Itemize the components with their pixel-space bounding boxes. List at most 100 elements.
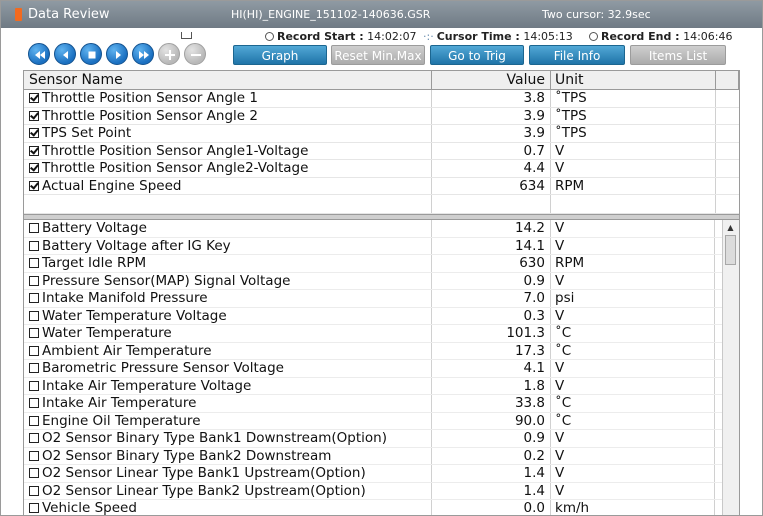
table-row[interactable]: Battery Voltage after IG Key 14.1 V (24, 237, 723, 255)
table-row[interactable]: Throttle Position Sensor Angle2-Voltage 4… (24, 160, 739, 178)
sensor-value: 634 (432, 177, 551, 194)
sensor-name-cell: Throttle Position Sensor Angle 1 (24, 90, 432, 107)
checked-checkbox[interactable] (29, 93, 39, 103)
table-row[interactable]: Pressure Sensor(MAP) Signal Voltage 0.9 V (24, 272, 723, 290)
sensor-name: Intake Air Temperature Voltage (42, 377, 252, 394)
items-list-button[interactable]: Items List (630, 45, 726, 65)
sensor-value: 630 (432, 255, 551, 272)
table-row[interactable]: Barometric Pressure Sensor Voltage 4.1 V (24, 360, 723, 378)
sensor-name-cell: Battery Voltage (24, 220, 432, 237)
rewind-icon[interactable] (28, 43, 50, 65)
sensor-name-cell: Target Idle RPM (24, 255, 432, 272)
sensor-value: 0.9 (432, 430, 551, 447)
column-header-sensor-name[interactable]: Sensor Name (24, 71, 432, 89)
table-row[interactable]: Water Temperature 101.3 ˚C (24, 325, 723, 343)
unchecked-checkbox[interactable] (29, 223, 39, 233)
sensor-unit: ˚TPS (551, 107, 716, 124)
sensor-name-cell: TPS Set Point (24, 125, 432, 142)
cursor-icon: ·:· (423, 30, 434, 43)
unchecked-checkbox[interactable] (29, 380, 39, 391)
sensor-value: 33.8 (432, 395, 551, 412)
table-row[interactable]: Throttle Position Sensor Angle1-Voltage 0… (24, 142, 739, 160)
sensor-unit: V (551, 447, 715, 464)
previous-icon[interactable] (54, 43, 76, 65)
unchecked-checkbox[interactable] (29, 240, 39, 251)
table-row[interactable]: Ambient Air Temperature 17.3 ˚C (24, 342, 723, 360)
record-start: Record Start : 14:02:07 (265, 30, 417, 43)
table-row[interactable]: Intake Manifold Pressure 7.0 psi (24, 290, 723, 308)
extra-cell (716, 178, 739, 195)
sensor-unit: ˚TPS (551, 90, 716, 107)
sensor-name-cell: O2 Sensor Linear Type Bank1 Upstream(Opt… (24, 465, 432, 482)
sensor-unit: ˚TPS (551, 125, 716, 142)
table-row[interactable]: Throttle Position Sensor Angle 1 3.8 ˚TPS (24, 90, 739, 108)
sensor-unit: ˚C (551, 342, 715, 359)
checked-checkbox[interactable] (29, 180, 39, 191)
cursor-info: Two cursor: 32.9sec (542, 8, 651, 21)
vertical-scrollbar[interactable]: ▲ ▼ (722, 220, 739, 515)
table-row[interactable]: Engine Oil Temperature 90.0 ˚C (24, 412, 723, 430)
sensor-name-cell: Throttle Position Sensor Angle1-Voltage (24, 142, 432, 159)
checked-checkbox[interactable] (29, 145, 39, 156)
toolbar: Record Start : 14:02:07 ·:· Cursor Time :… (1, 28, 762, 70)
sensor-name-cell: O2 Sensor Linear Type Bank2 Upstream(Opt… (24, 482, 432, 499)
unchecked-checkbox[interactable] (29, 503, 39, 513)
sensor-value: 1.4 (432, 482, 551, 499)
sensor-name-cell: Battery Voltage after IG Key (24, 237, 432, 254)
column-header-extra (716, 71, 739, 89)
extra-cell (716, 108, 739, 125)
checked-checkbox[interactable] (29, 110, 39, 121)
table-row[interactable]: Water Temperature Voltage 0.3 V (24, 307, 723, 325)
unchecked-checkbox[interactable] (29, 398, 39, 408)
sensor-name-cell: Actual Engine Speed (24, 177, 432, 194)
table-row[interactable]: Intake Air Temperature Voltage 1.8 V (24, 377, 723, 395)
table-row[interactable]: O2 Sensor Binary Type Bank1 Downstream(O… (24, 430, 723, 448)
table-row[interactable]: Intake Air Temperature 33.8 ˚C (24, 395, 723, 413)
table-row[interactable]: Battery Voltage 14.2 V (24, 220, 723, 238)
column-header-value[interactable]: Value (432, 71, 551, 89)
all-sensors-list[interactable]: Battery Voltage 14.2 V Battery Voltage afte… (24, 220, 739, 515)
sensor-name: Intake Air Temperature (42, 395, 197, 411)
fast-forward-icon[interactable] (132, 43, 154, 65)
table-row[interactable]: Vehicle Speed 0.0 km/h (24, 500, 723, 515)
unchecked-checkbox[interactable] (29, 258, 39, 268)
unchecked-checkbox[interactable] (29, 275, 39, 286)
unchecked-checkbox[interactable] (29, 345, 39, 356)
checked-checkbox[interactable] (29, 163, 39, 173)
sensor-value: 0.3 (432, 307, 551, 324)
table-row[interactable]: Actual Engine Speed 634 RPM (24, 177, 739, 195)
reset-min-max-button[interactable]: Reset Min.Max (331, 45, 425, 65)
unchecked-checkbox[interactable] (29, 485, 39, 496)
unchecked-checkbox[interactable] (29, 450, 39, 461)
unchecked-checkbox[interactable] (29, 415, 39, 426)
zoom-in-icon[interactable] (158, 43, 180, 65)
unchecked-checkbox[interactable] (29, 363, 39, 373)
unchecked-checkbox[interactable] (29, 468, 39, 478)
next-icon[interactable] (106, 43, 128, 65)
checked-checkbox[interactable] (29, 128, 39, 138)
scroll-up-icon[interactable]: ▲ (725, 222, 736, 233)
table-row[interactable]: O2 Sensor Linear Type Bank2 Upstream(Opt… (24, 482, 723, 500)
table-row[interactable]: Target Idle RPM 630 RPM (24, 255, 723, 273)
graph-button[interactable]: Graph (233, 45, 327, 65)
column-header-unit[interactable]: Unit (551, 71, 716, 89)
stop-icon[interactable] (80, 43, 102, 65)
table-row[interactable]: O2 Sensor Binary Type Bank2 Downstream 0.… (24, 447, 723, 465)
file-name: HI(HI)_ENGINE_151102-140636.GSR (231, 8, 431, 21)
unchecked-checkbox[interactable] (29, 328, 39, 338)
sensor-name: O2 Sensor Binary Type Bank1 Downstream(O… (42, 430, 387, 446)
go-to-trig-button[interactable]: Go to Trig (430, 45, 524, 65)
file-info-button[interactable]: File Info (529, 45, 625, 65)
table-row[interactable]: Throttle Position Sensor Angle 2 3.9 ˚TPS (24, 107, 739, 125)
sensor-unit: V (551, 307, 715, 324)
unchecked-checkbox[interactable] (29, 310, 39, 321)
sensor-name: Intake Manifold Pressure (42, 290, 208, 306)
scroll-thumb[interactable] (725, 235, 736, 265)
zoom-out-icon[interactable] (184, 43, 206, 65)
unchecked-checkbox[interactable] (29, 293, 39, 303)
unchecked-checkbox[interactable] (29, 433, 39, 443)
sensor-name-cell: Intake Air Temperature Voltage (24, 377, 432, 394)
sensor-value: 3.9 (432, 107, 551, 124)
table-row[interactable]: TPS Set Point 3.9 ˚TPS (24, 125, 739, 143)
table-row[interactable]: O2 Sensor Linear Type Bank1 Upstream(Opt… (24, 465, 723, 483)
